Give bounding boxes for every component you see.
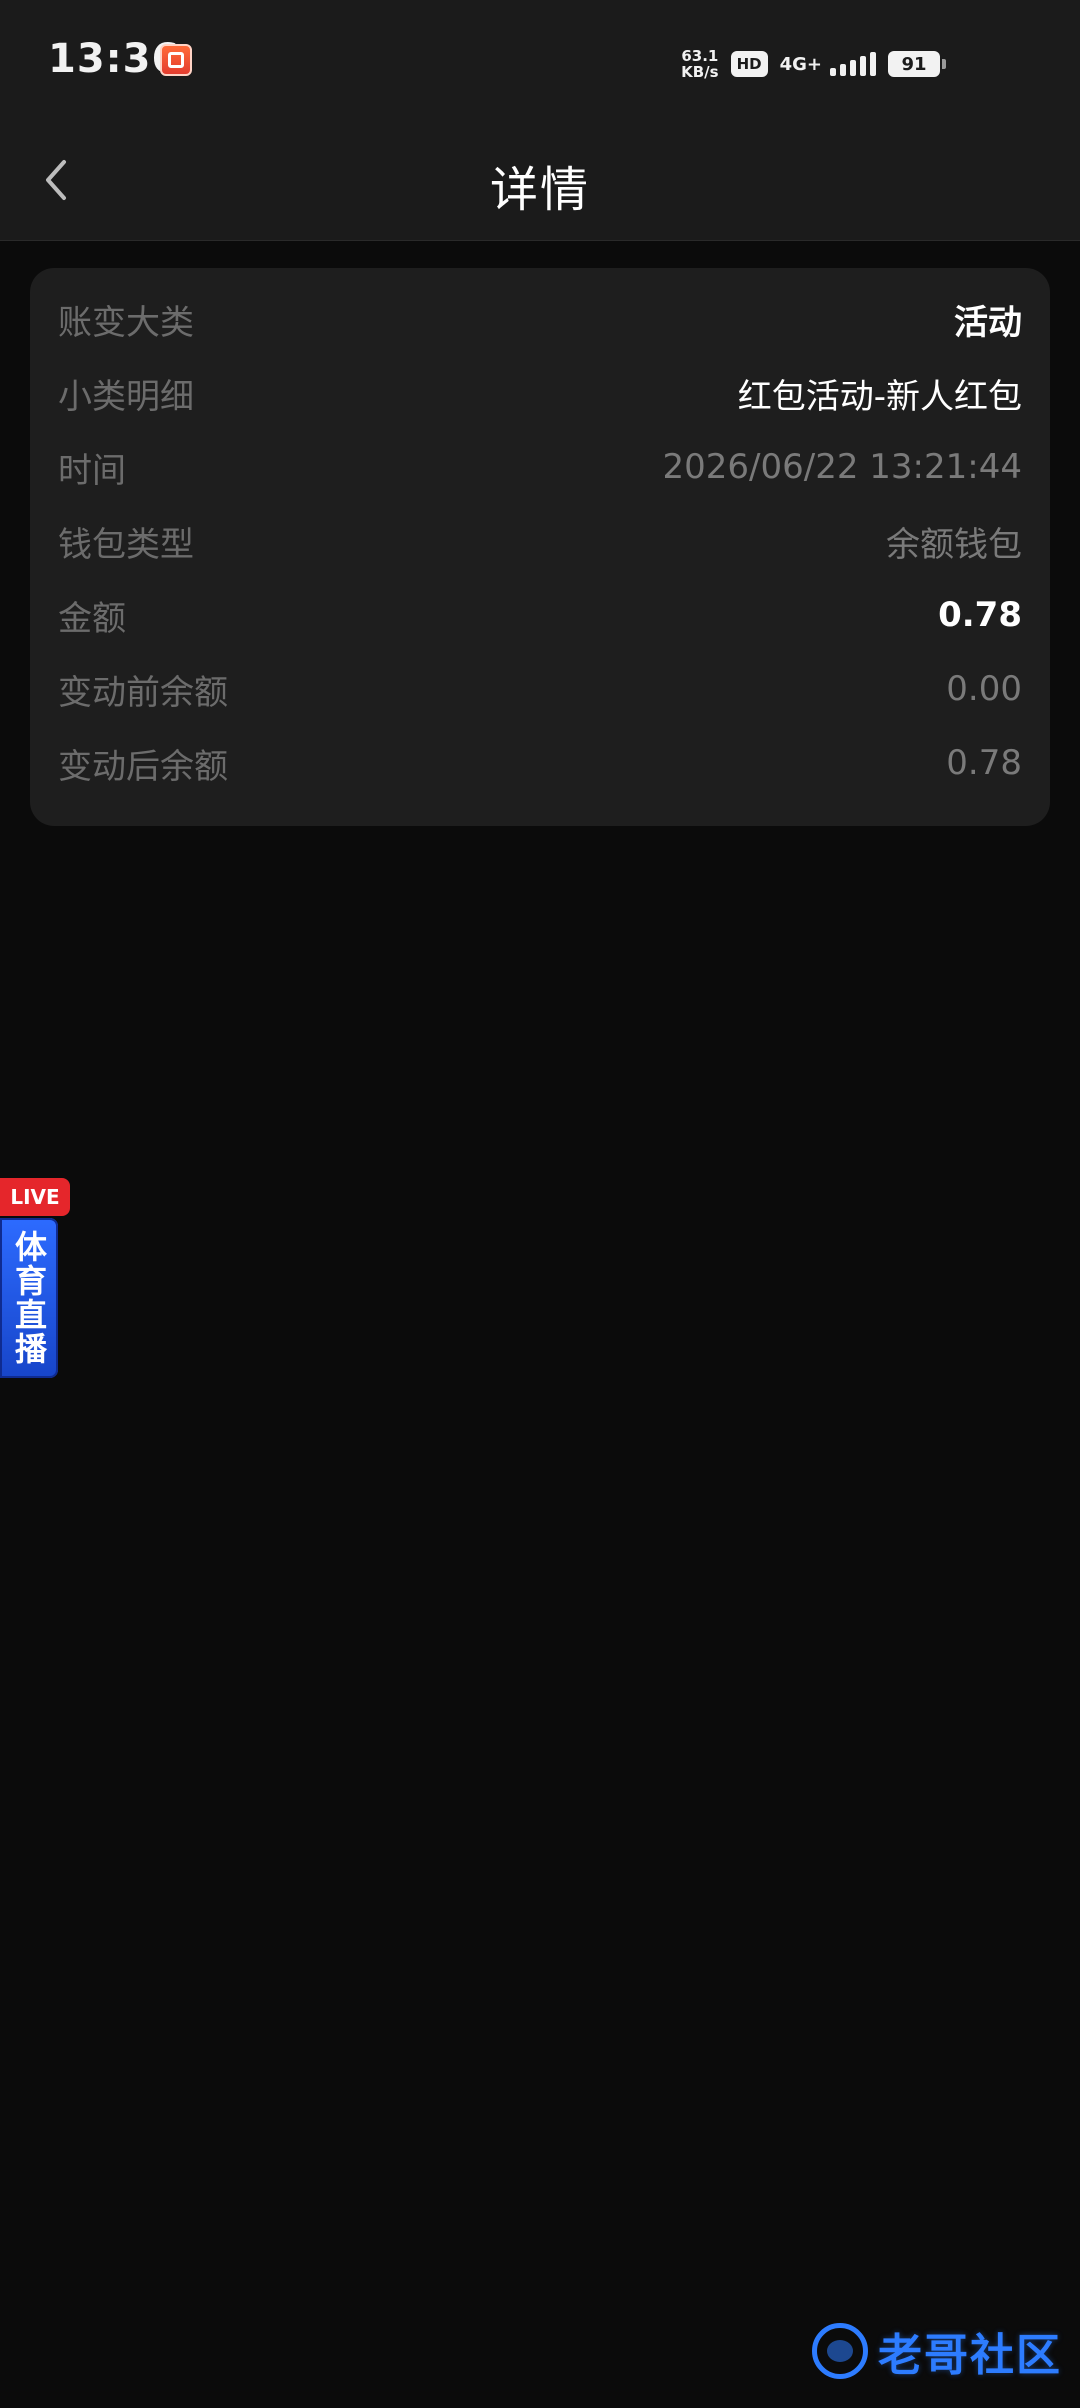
signal-bars-icon: [830, 52, 876, 76]
detail-label: 时间: [58, 450, 126, 491]
cellular-signal-icon: 4G+: [780, 52, 876, 76]
detail-label: 钱包类型: [58, 524, 194, 565]
watermark: 老哥社区: [812, 2316, 1062, 2386]
detail-value: 红包活动-新人红包: [737, 376, 1022, 417]
sports-live-label: 体育直播: [0, 1218, 58, 1378]
detail-row-balance-before: 变动前余额 0.00: [58, 652, 1022, 726]
app-header: 详情: [0, 120, 1080, 241]
detail-card: 账变大类 活动 小类明细 红包活动-新人红包 时间 2026/06/22 13:…: [30, 268, 1050, 826]
watermark-text: 老哥社区: [878, 2330, 1062, 2381]
detail-row-subcategory: 小类明细 红包活动-新人红包: [58, 356, 1022, 430]
detail-row-balance-after: 变动后余额 0.78: [58, 726, 1022, 800]
sports-live-floating-button[interactable]: LIVE 体育直播: [0, 1152, 72, 1384]
detail-label: 变动前余额: [58, 672, 228, 713]
detail-value: 0.78: [938, 595, 1022, 635]
page-title: 详情: [489, 162, 590, 218]
status-indicators: 63.1 KB/s HD 4G+ 91: [681, 44, 946, 84]
detail-label: 变动后余额: [58, 746, 228, 787]
detail-row-time: 时间 2026/06/22 13:21:44: [58, 430, 1022, 504]
battery-level: 91: [901, 53, 927, 75]
detail-value: 余额钱包: [886, 524, 1022, 565]
detail-label: 小类明细: [58, 376, 194, 417]
detail-value: 活动: [954, 302, 1022, 343]
detail-value: 0.78: [946, 743, 1022, 783]
detail-value: 0.00: [946, 669, 1022, 709]
detail-row-wallet-type: 钱包类型 余额钱包: [58, 504, 1022, 578]
network-speed-unit: KB/s: [681, 63, 719, 81]
detail-label: 账变大类: [58, 302, 194, 343]
detail-value: 2026/06/22 13:21:44: [662, 447, 1022, 487]
dragon-logo-icon: [812, 2323, 868, 2379]
battery-icon: 91: [888, 51, 946, 77]
network-speed: 63.1 KB/s: [681, 48, 718, 80]
detail-label: 金额: [58, 598, 126, 639]
hd-icon: HD: [730, 51, 768, 77]
status-bar: 13:36 63.1 KB/s HD 4G+ 91: [0, 0, 1080, 120]
notification-app-icon: [160, 44, 192, 76]
network-type: 4G+: [779, 53, 822, 75]
detail-row-category: 账变大类 活动: [58, 282, 1022, 356]
network-speed-value: 63.1: [681, 47, 719, 65]
live-badge: LIVE: [0, 1178, 70, 1216]
detail-row-amount: 金额 0.78: [58, 578, 1022, 652]
